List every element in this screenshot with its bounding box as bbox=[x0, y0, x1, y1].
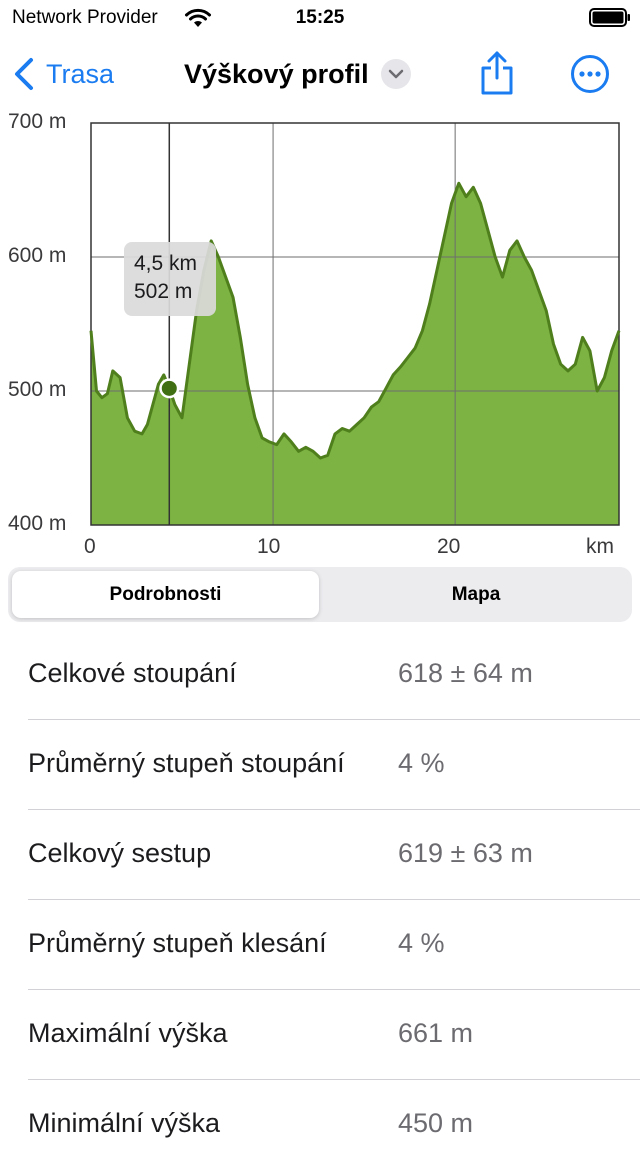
list-item: Celkový sestup 619 ± 63 m bbox=[0, 810, 640, 900]
y-tick-label: 500 m bbox=[8, 378, 67, 401]
page-title: Výškový profil bbox=[184, 58, 369, 89]
tab-details[interactable]: Podrobnosti bbox=[12, 571, 319, 618]
elevation-chart-plot bbox=[89, 122, 621, 526]
list-item: Průměrný stupeň stoupání 4 % bbox=[0, 720, 640, 810]
tooltip-distance: 4,5 km bbox=[134, 252, 198, 275]
list-item: Minimální výška 450 m bbox=[0, 1080, 640, 1170]
detail-value: 618 ± 64 m bbox=[398, 658, 533, 688]
detail-label: Celkový sestup bbox=[28, 838, 212, 868]
elevation-area bbox=[91, 183, 619, 526]
elevation-chart[interactable]: 700 m 600 m 500 m 400 m 0 10 20 km 4,5 k… bbox=[0, 104, 640, 564]
chevron-left-icon bbox=[15, 58, 33, 90]
detail-value: 661 m bbox=[398, 1018, 474, 1048]
list-item: Maximální výška 661 m bbox=[0, 990, 640, 1080]
detail-value: 4 % bbox=[398, 928, 445, 958]
position-marker bbox=[161, 380, 177, 396]
chevron-down-icon bbox=[380, 59, 411, 89]
chart-tooltip: 4,5 km 502 m bbox=[124, 242, 216, 316]
y-tick-label: 400 m bbox=[8, 512, 67, 535]
detail-label: Průměrný stupeň klesání bbox=[28, 928, 327, 958]
detail-label: Celkové stoupání bbox=[28, 658, 237, 688]
list-item: Celkové stoupání 618 ± 64 m bbox=[0, 630, 640, 720]
back-button[interactable]: Trasa bbox=[12, 54, 114, 94]
x-tick-label: km bbox=[586, 535, 614, 558]
battery-icon bbox=[589, 8, 630, 27]
navigation-bar: Trasa Výškový profil bbox=[0, 44, 640, 104]
x-tick-label: 10 bbox=[257, 535, 281, 558]
title-menu-button[interactable]: Výškový profil bbox=[184, 54, 411, 94]
detail-value: 450 m bbox=[398, 1108, 474, 1138]
list-item: Průměrný stupeň klesání 4 % bbox=[0, 900, 640, 990]
segmented-control: Podrobnosti Mapa bbox=[8, 567, 632, 622]
y-tick-label: 700 m bbox=[8, 110, 67, 133]
x-tick-label: 20 bbox=[437, 535, 461, 558]
detail-value: 619 ± 63 m bbox=[398, 838, 533, 868]
detail-label: Minimální výška bbox=[28, 1108, 221, 1138]
share-icon[interactable] bbox=[478, 50, 516, 96]
detail-label: Maximální výška bbox=[28, 1018, 228, 1048]
more-icon[interactable] bbox=[570, 54, 610, 94]
status-bar: Network Provider 15:25 bbox=[0, 0, 640, 40]
back-label: Trasa bbox=[46, 58, 115, 89]
clock: 15:25 bbox=[295, 7, 345, 28]
detail-label: Průměrný stupeň stoupání bbox=[28, 748, 345, 778]
tab-map[interactable]: Mapa bbox=[324, 571, 628, 618]
detail-value: 4 % bbox=[398, 748, 445, 778]
x-tick-label: 0 bbox=[84, 535, 96, 558]
y-tick-label: 600 m bbox=[8, 244, 67, 267]
tooltip-elevation: 502 m bbox=[134, 280, 193, 303]
